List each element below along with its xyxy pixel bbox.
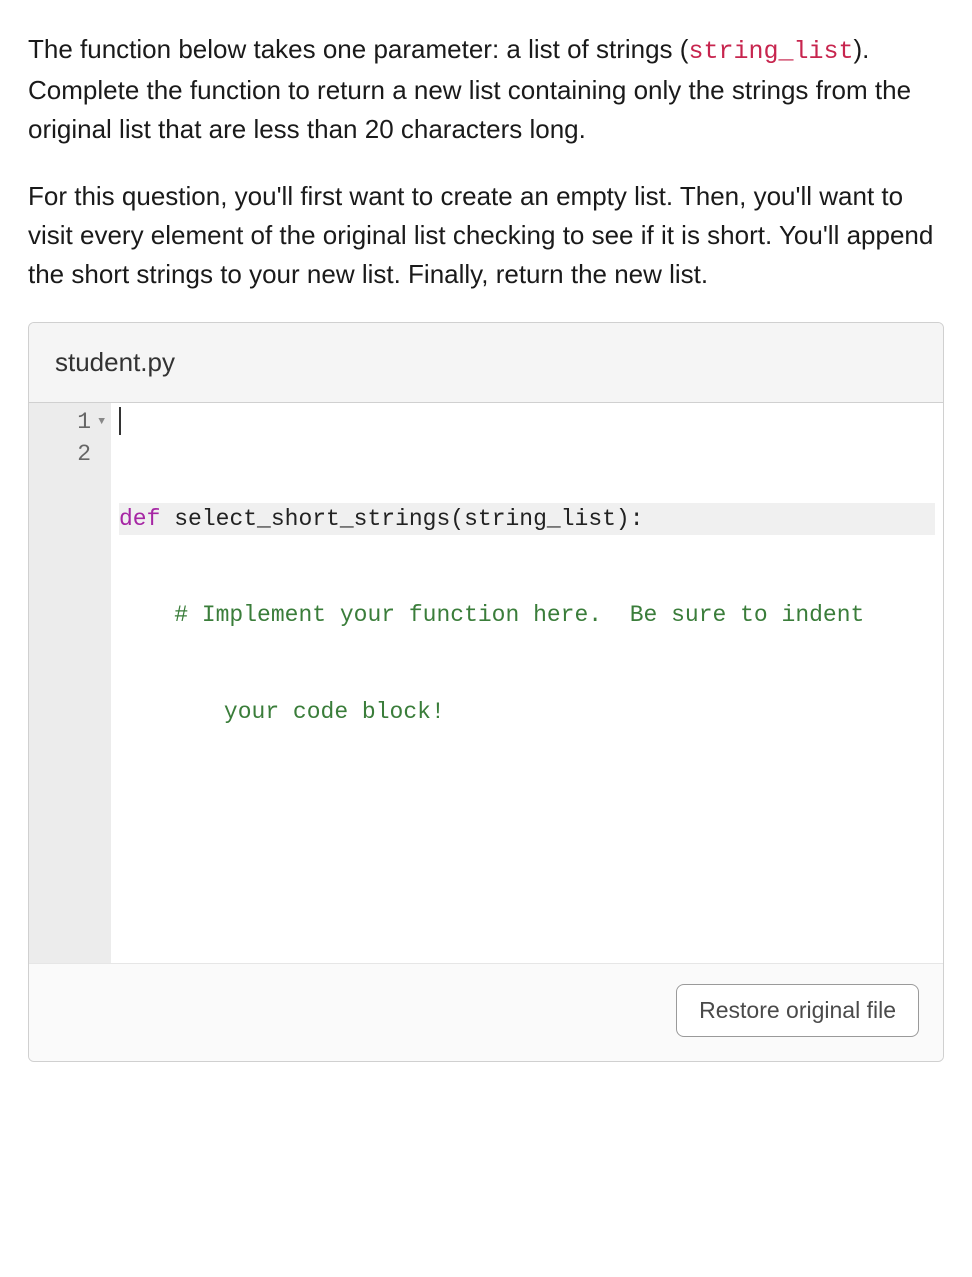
line-number-gutter: 1 ▼ 2	[29, 403, 111, 963]
line-number-2: 2	[77, 438, 91, 470]
parameter-name: string_list	[464, 503, 616, 535]
problem-description: The function below takes one parameter: …	[28, 30, 944, 294]
function-name: select_short_strings	[174, 503, 450, 535]
inline-code-string-list: string_list	[688, 37, 853, 66]
description-paragraph-2: For this question, you'll first want to …	[28, 177, 944, 294]
code-line-2[interactable]: # Implement your function here. Be sure …	[119, 599, 935, 631]
fold-spacer	[95, 447, 105, 462]
restore-original-file-button[interactable]: Restore original file	[676, 984, 919, 1037]
comment-text-b: your code block!	[224, 696, 445, 728]
gutter-line-2: 2	[43, 439, 105, 471]
line-number-1: 1	[77, 406, 91, 438]
gutter-line-1: 1 ▼	[43, 407, 105, 439]
editor-filename: student.py	[29, 323, 943, 403]
fold-icon[interactable]: ▼	[95, 415, 105, 430]
code-content[interactable]: def select_short_strings(string_list): #…	[111, 403, 943, 963]
editor-footer: Restore original file	[29, 963, 943, 1061]
code-line-2-wrap[interactable]: your code block!	[119, 696, 935, 728]
code-editor[interactable]: 1 ▼ 2 def select_short_strings(string_li…	[29, 403, 943, 963]
para1-text-prefix: The function below takes one parameter: …	[28, 34, 688, 64]
keyword-def: def	[119, 503, 160, 535]
code-editor-panel: student.py 1 ▼ 2 def select_short_string…	[28, 322, 944, 1062]
code-line-1[interactable]: def select_short_strings(string_list):	[119, 503, 935, 535]
text-cursor	[119, 407, 121, 435]
description-paragraph-1: The function below takes one parameter: …	[28, 30, 944, 149]
comment-text-a: # Implement your function here. Be sure …	[174, 599, 864, 631]
